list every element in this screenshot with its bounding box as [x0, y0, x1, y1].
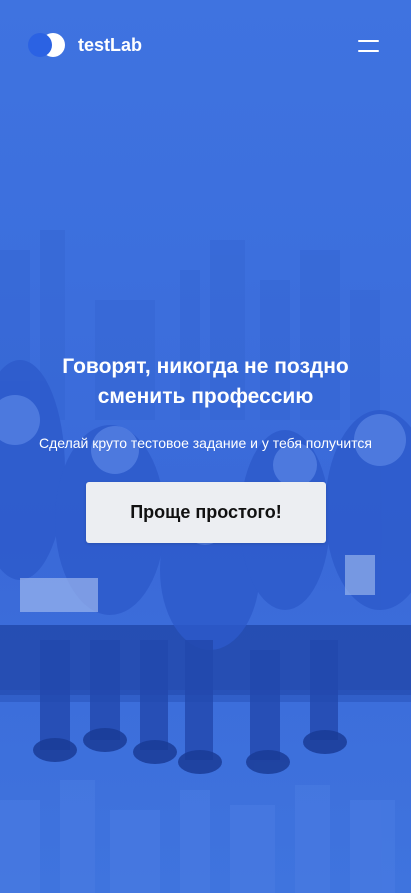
brand-name: testLab: [78, 35, 143, 55]
logo-link[interactable]: testLab: [28, 33, 142, 57]
hero-headline: Говорят, никогда не поздно сменить профе…: [20, 352, 391, 412]
hero-section: testLab Говорят, никогда не поздно смени…: [0, 0, 411, 893]
menu-button[interactable]: [352, 33, 386, 59]
two-circles-logo-icon: [28, 33, 65, 57]
site-header: testLab: [0, 0, 411, 92]
hero-subtitle: Сделай круто тестовое задание и у тебя п…: [38, 435, 372, 451]
headline-line-1: Говорят, никогда не поздно: [62, 355, 349, 378]
cta-button[interactable]: Проще простого!: [86, 482, 326, 543]
headline-line-2: сменить профессию: [97, 385, 314, 408]
